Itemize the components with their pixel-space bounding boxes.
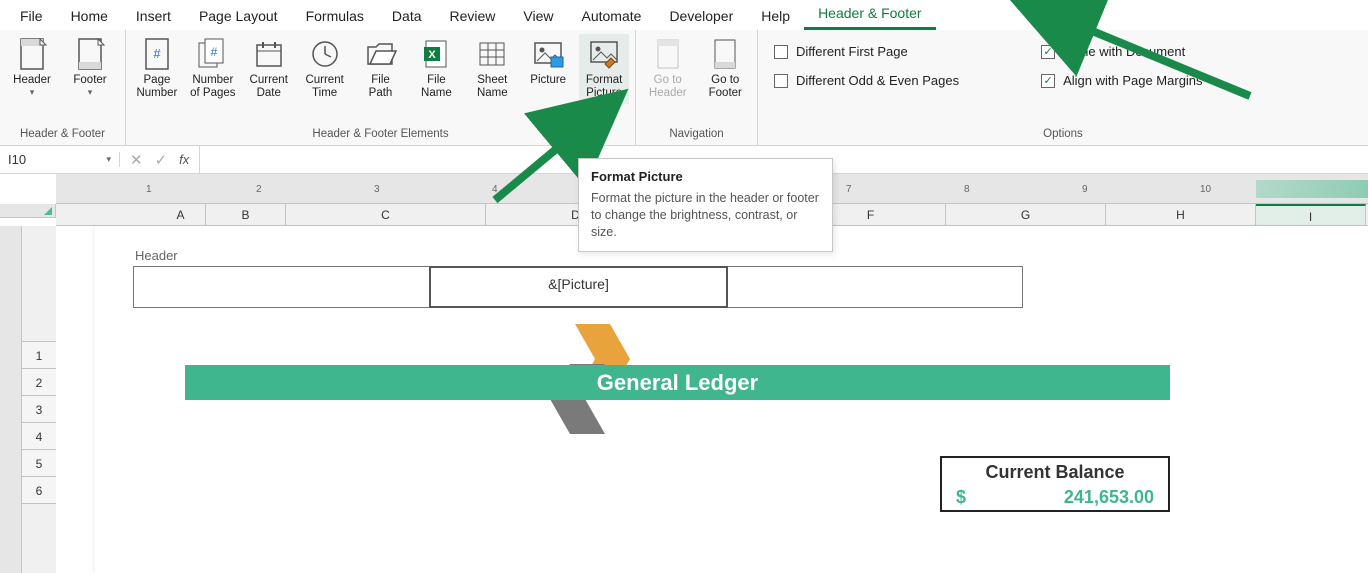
checkbox-checked-icon — [1041, 74, 1055, 88]
current-date-button[interactable]: Current Date — [244, 34, 294, 104]
tab-data[interactable]: Data — [378, 4, 436, 30]
group-elements: # Page Number # Number of Pages Current … — [126, 30, 636, 145]
tab-page-layout[interactable]: Page Layout — [185, 4, 292, 30]
tab-view[interactable]: View — [509, 4, 567, 30]
page-number-icon: # — [141, 38, 173, 70]
header-section-label: Header — [135, 248, 178, 263]
goto-header-icon — [652, 38, 684, 70]
row-6[interactable]: 6 — [22, 476, 56, 504]
tab-file[interactable]: File — [6, 4, 57, 30]
sheet-title: General Ledger — [185, 365, 1170, 400]
tab-insert[interactable]: Insert — [122, 4, 185, 30]
row-headers: 1 2 3 4 5 6 — [22, 342, 56, 504]
format-picture-tooltip: Format Picture Format the picture in the… — [578, 158, 833, 252]
annotation-arrow — [1060, 18, 1260, 108]
page-number-button[interactable]: # Page Number — [132, 34, 182, 104]
row-1[interactable]: 1 — [22, 341, 56, 369]
group-label: Options — [764, 126, 1362, 143]
cancel-icon[interactable]: ✕ — [130, 151, 143, 169]
header-center-section[interactable]: &[Picture] — [429, 266, 728, 308]
col-a[interactable]: A — [156, 204, 206, 225]
col-b[interactable]: B — [206, 204, 286, 225]
chevron-down-icon: ▾ — [106, 154, 111, 165]
row-gutter: 1 2 3 4 5 6 — [0, 226, 56, 573]
fx-icon[interactable]: fx — [179, 152, 189, 167]
annotation-arrow — [485, 130, 585, 210]
checkbox-icon — [774, 74, 788, 88]
different-odd-even-checkbox[interactable]: Different Odd & Even Pages — [774, 73, 959, 88]
chevron-down-icon: ▾ — [88, 87, 93, 98]
tab-review[interactable]: Review — [436, 4, 510, 30]
header-right-section[interactable] — [727, 267, 1022, 307]
balance-currency: $ — [956, 487, 966, 508]
footer-label: Footer — [73, 74, 106, 87]
select-all-corner[interactable] — [0, 204, 56, 218]
col-i[interactable]: I — [1256, 204, 1366, 225]
name-box[interactable]: I10 ▾ — [0, 152, 120, 167]
picture-icon — [532, 38, 564, 70]
header-label: Header — [13, 74, 51, 87]
calendar-icon — [253, 38, 285, 70]
tab-header-footer[interactable]: Header & Footer — [804, 1, 936, 30]
sheet-name-button[interactable]: Sheet Name — [467, 34, 517, 104]
checkbox-checked-icon — [1041, 45, 1055, 59]
different-first-page-checkbox[interactable]: Different First Page — [774, 44, 959, 59]
tab-developer[interactable]: Developer — [655, 4, 747, 30]
svg-text:#: # — [210, 45, 217, 59]
balance-value: 241,653.00 — [1064, 487, 1154, 508]
file-path-button[interactable]: File Path — [356, 34, 406, 104]
tab-home[interactable]: Home — [57, 4, 122, 30]
page-preview: Header &[Picture] General Ledger Current… — [95, 226, 1368, 573]
current-time-button[interactable]: Current Time — [300, 34, 350, 104]
chevron-down-icon: ▾ — [30, 87, 35, 98]
group-label: Header & Footer — [6, 126, 119, 143]
format-picture-icon — [588, 38, 620, 70]
clock-icon — [309, 38, 341, 70]
current-balance-box: Current Balance $ 241,653.00 — [940, 456, 1170, 512]
grid-icon — [476, 38, 508, 70]
folder-icon — [365, 38, 397, 70]
format-picture-button[interactable]: Format Picture — [579, 34, 629, 104]
header-sections: &[Picture] — [133, 266, 1023, 308]
goto-footer-button[interactable]: Go to Footer — [700, 34, 752, 104]
goto-header-button[interactable]: Go to Header — [642, 34, 694, 104]
svg-text:#: # — [153, 46, 161, 61]
col-c[interactable]: C — [286, 204, 486, 225]
tooltip-body: Format the picture in the header or foot… — [591, 190, 820, 241]
pages-icon: # — [197, 38, 229, 70]
col-h[interactable]: H — [1106, 204, 1256, 225]
row-4[interactable]: 4 — [22, 422, 56, 450]
tab-help[interactable]: Help — [747, 4, 804, 30]
tab-formulas[interactable]: Formulas — [292, 4, 378, 30]
group-label: Navigation — [642, 126, 751, 143]
footer-icon — [74, 38, 106, 70]
enter-icon[interactable]: ✓ — [155, 151, 168, 169]
tooltip-title: Format Picture — [591, 169, 820, 184]
header-icon — [16, 38, 48, 70]
picture-button[interactable]: Picture — [523, 34, 573, 91]
row-3[interactable]: 3 — [22, 395, 56, 423]
file-name-button[interactable]: X File Name — [411, 34, 461, 104]
group-navigation: Go to Header Go to Footer Navigation — [636, 30, 758, 145]
col-g[interactable]: G — [946, 204, 1106, 225]
excel-file-icon: X — [420, 38, 452, 70]
header-button[interactable]: Header ▾ — [6, 34, 58, 102]
checkbox-icon — [774, 45, 788, 59]
row-2[interactable]: 2 — [22, 368, 56, 396]
footer-button[interactable]: Footer ▾ — [64, 34, 116, 102]
group-header-footer: Header ▾ Footer ▾ Header & Footer — [0, 30, 126, 145]
balance-label: Current Balance — [942, 458, 1168, 487]
goto-footer-icon — [709, 38, 741, 70]
number-of-pages-button[interactable]: # Number of Pages — [188, 34, 238, 104]
header-left-section[interactable] — [134, 267, 430, 307]
vertical-ruler[interactable] — [0, 226, 22, 573]
row-5[interactable]: 5 — [22, 449, 56, 477]
svg-text:X: X — [429, 49, 437, 61]
tab-automate[interactable]: Automate — [568, 4, 656, 30]
